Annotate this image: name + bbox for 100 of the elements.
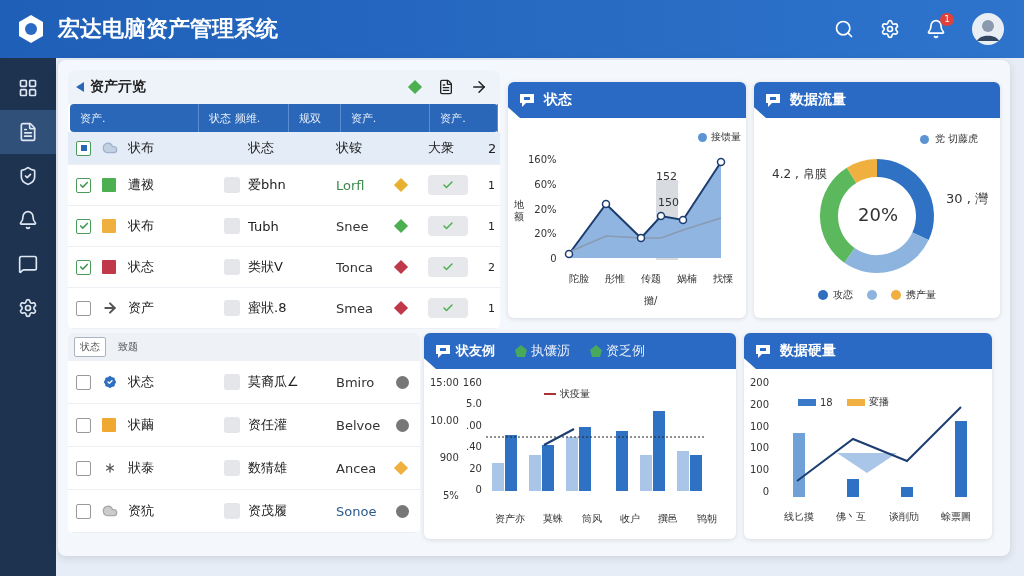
axis-label: 160%: [528, 154, 557, 165]
table-cell-text: 狀泰: [128, 459, 155, 477]
table-cell-text: 1: [488, 219, 496, 233]
axis-label: 5%: [442, 489, 459, 501]
data-point: [716, 157, 725, 167]
axis-label: 娲楠: [676, 272, 697, 286]
checkbox[interactable]: [76, 140, 91, 156]
check-icon: [442, 302, 454, 314]
tab[interactable]: 状态: [74, 337, 106, 357]
legend-label: 攻恋: [833, 288, 853, 302]
table-cell-text: Belvoe: [336, 417, 382, 433]
settings-icon[interactable]: [880, 19, 900, 39]
grid-icon: [18, 78, 38, 98]
check-icon: [442, 179, 454, 191]
area-fill: [837, 453, 898, 473]
chat-bubble-icon: [764, 92, 782, 108]
axis-label: 0: [475, 483, 482, 495]
tab[interactable]: 资乏例: [590, 342, 645, 360]
arrow-right-icon[interactable]: [470, 78, 488, 96]
header-cell-text: 大衆: [428, 139, 455, 157]
table-title: 资产亓览: [90, 78, 147, 96]
axis-label: 陀脸: [568, 272, 589, 286]
sidebar-item[interactable]: [0, 110, 56, 154]
axis-label: 传题: [640, 272, 661, 286]
axis-label: .00: [466, 419, 482, 431]
axis-label: 0: [762, 486, 770, 497]
table-cell-text: 爱bhn: [248, 176, 287, 194]
axis-label: 100: [750, 420, 770, 432]
search-icon[interactable]: [834, 19, 854, 39]
axis-label: 200: [750, 377, 770, 388]
table-cell-text: 莫裔瓜∠: [248, 373, 300, 391]
data-point: [636, 233, 645, 243]
axis-title: 地额: [514, 199, 525, 223]
checkbox[interactable]: [76, 460, 91, 476]
table-cell-text: Lorfl: [336, 177, 366, 193]
bell-icon[interactable]: [926, 19, 946, 39]
check-icon: [78, 180, 89, 190]
axis-label: 筒风: [581, 512, 602, 526]
checkbox[interactable]: [76, 259, 91, 275]
tab[interactable]: 状友例: [434, 342, 495, 360]
pentagon-icon: [590, 345, 602, 357]
tab[interactable]: 致题: [112, 337, 144, 357]
cloud-icon: [102, 503, 118, 519]
legend-label: 携产量: [906, 288, 936, 302]
data-label: 4.2 , 帛膜: [772, 166, 827, 183]
axis-label: 0: [550, 253, 557, 264]
legend-label: 党 切藤虎: [934, 132, 978, 146]
tag-swatch: [224, 259, 240, 275]
table-cell-text: 数猜雄: [248, 459, 288, 477]
axis-label: 15:00: [430, 377, 459, 388]
legend-label: 接馈量: [710, 130, 741, 144]
bar: [689, 455, 702, 491]
table-cell-text: 资茂履: [248, 502, 288, 520]
bar: [528, 455, 541, 491]
axis-label: 60%: [534, 178, 557, 190]
checkbox[interactable]: [76, 417, 91, 433]
tab[interactable]: 执馕沥: [515, 342, 570, 360]
axis-label: 20%: [534, 228, 557, 240]
table-cell-text: Snee: [336, 218, 370, 234]
chat-bubble-icon: [434, 343, 452, 359]
axis-label: 线匕摸: [784, 510, 815, 524]
bar: [901, 487, 914, 497]
table-cell-text: 蜜狀.8: [248, 299, 288, 317]
data-label: 152: [656, 170, 677, 183]
axis-label: 20%: [534, 203, 557, 215]
axis-label: 100: [750, 464, 770, 476]
avatar-icon[interactable]: [972, 13, 1004, 45]
table-cell-text: 状繭: [128, 416, 155, 434]
table-cell-text: 状态: [128, 258, 155, 276]
tag-swatch: [224, 300, 240, 316]
data-point: [678, 215, 687, 225]
axis-label: 100: [750, 442, 770, 454]
legend-label: 18: [820, 396, 833, 408]
tag-swatch: [224, 417, 240, 433]
checkbox[interactable]: [76, 374, 91, 390]
axis-label: .40: [466, 441, 482, 453]
table-cell-text: 类狀V: [248, 258, 284, 276]
data-point: [601, 199, 610, 209]
axis-label: 撰邑: [658, 512, 679, 526]
checkbox[interactable]: [76, 300, 91, 316]
table-cell-text: Smea: [336, 300, 374, 316]
table-cell-text: Bmiro: [336, 374, 376, 390]
logo-icon: [16, 14, 46, 44]
table-cell-text: 遭袯: [128, 176, 155, 194]
notification-badge: 1: [940, 13, 954, 26]
table-cell-text: 2: [488, 260, 496, 274]
document-icon: [18, 122, 38, 142]
checkbox[interactable]: [76, 218, 91, 234]
shield-icon: [18, 166, 38, 186]
axis-label: 900: [439, 452, 459, 464]
bar: [847, 479, 860, 497]
card-title: 数据硬量: [780, 342, 836, 360]
checkbox[interactable]: [76, 503, 91, 519]
checkbox[interactable]: [76, 177, 91, 193]
data-label: 150: [658, 196, 679, 209]
badge-icon: [102, 374, 118, 390]
document-icon[interactable]: [438, 79, 454, 95]
pentagon-icon: [515, 345, 527, 357]
check-icon: [442, 261, 454, 273]
back-triangle-icon[interactable]: [76, 82, 84, 92]
